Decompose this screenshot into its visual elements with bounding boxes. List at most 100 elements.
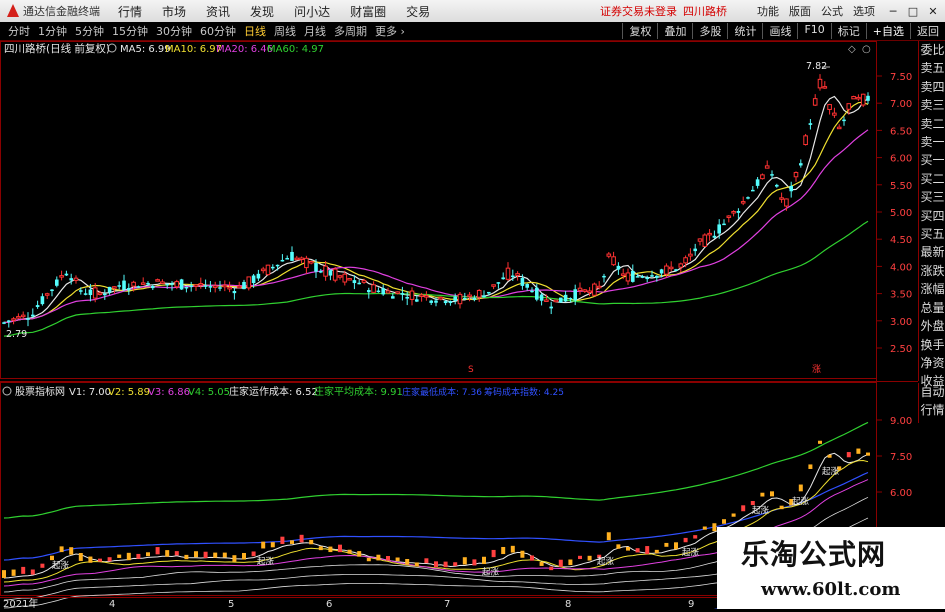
period-1min[interactable]: 1分钟 bbox=[38, 23, 67, 39]
candle-body bbox=[429, 300, 433, 303]
side-item[interactable]: 涨幅 bbox=[919, 280, 945, 298]
indicator-bar bbox=[827, 454, 832, 458]
candle-body bbox=[596, 285, 602, 289]
candle-body bbox=[664, 265, 669, 275]
side-item[interactable]: 卖五 bbox=[919, 59, 945, 77]
side-item[interactable]: 总量 bbox=[919, 299, 945, 317]
candle-body bbox=[117, 285, 121, 287]
minimize-button[interactable]: ─ bbox=[885, 5, 901, 18]
ma20-legend: MA20: 6.46 bbox=[216, 44, 273, 55]
indicator-bar bbox=[539, 561, 544, 566]
side-item[interactable]: 买二 bbox=[919, 170, 945, 188]
candle-body bbox=[434, 300, 438, 303]
watermark-overlay: 乐淘公式网 www.60lt.com bbox=[717, 527, 945, 609]
signal-label: 起涨 bbox=[822, 466, 840, 477]
period-daily[interactable]: 日线 bbox=[244, 23, 266, 39]
period-intraday[interactable]: 分时 bbox=[8, 23, 30, 39]
side-item[interactable]: 买三 bbox=[919, 188, 945, 206]
indicator-v3: V3: 6.86 bbox=[148, 387, 190, 398]
side-item[interactable]: 卖一 bbox=[919, 133, 945, 151]
tool-f10[interactable]: F10 bbox=[797, 23, 830, 39]
side-item[interactable]: 卖三 bbox=[919, 96, 945, 114]
date-label: 6 bbox=[326, 599, 332, 609]
candle-body bbox=[232, 290, 237, 294]
side-item[interactable]: 最新 bbox=[919, 243, 945, 261]
side-item[interactable]: 净资 bbox=[919, 354, 945, 372]
indicator-bar bbox=[98, 558, 102, 562]
menu-layout[interactable]: 版面 bbox=[789, 3, 811, 19]
candle-body bbox=[285, 258, 289, 260]
candle-body bbox=[631, 270, 635, 282]
menu-wealth-circle[interactable]: 财富圈 bbox=[350, 3, 386, 20]
menu-exchange-market[interactable]: 市场 bbox=[162, 3, 186, 20]
menu-formula[interactable]: 公式 bbox=[821, 3, 843, 19]
indicator-bar bbox=[530, 555, 534, 561]
candle-body bbox=[127, 288, 131, 291]
period-15min[interactable]: 15分钟 bbox=[112, 23, 148, 39]
menu-news[interactable]: 资讯 bbox=[206, 3, 230, 20]
circle-icon[interactable]: ○ bbox=[862, 44, 871, 55]
kline-chart-area[interactable]: 四川路桥(日线 前复权) MA5: 6.99 MA10: 6.97 MA20: … bbox=[0, 41, 945, 612]
indicator-bar bbox=[69, 547, 74, 555]
side-item[interactable]: 卖二 bbox=[919, 115, 945, 133]
side-item[interactable]: 买四 bbox=[919, 207, 945, 225]
indicator-chip-index: 筹码成本指数: 4.25 bbox=[484, 386, 564, 398]
candle-body bbox=[453, 296, 457, 301]
period-monthly[interactable]: 月线 bbox=[304, 23, 326, 39]
tool-overlay[interactable]: 叠加 bbox=[657, 23, 692, 39]
diamond-icon[interactable]: ◇ bbox=[848, 44, 856, 55]
indicator-bar bbox=[395, 557, 400, 562]
period-multi[interactable]: 多周期 bbox=[334, 23, 367, 39]
candle-body bbox=[501, 277, 505, 280]
candle-body bbox=[20, 314, 26, 318]
period-30min[interactable]: 30分钟 bbox=[156, 23, 192, 39]
menu-functions[interactable]: 功能 bbox=[757, 3, 779, 19]
tool-back[interactable]: 返回 bbox=[910, 23, 945, 39]
tool-multi-stock[interactable]: 多股 bbox=[692, 23, 727, 39]
side-item[interactable]: 外盘 bbox=[919, 317, 945, 335]
side-item[interactable]: 买一 bbox=[919, 151, 945, 169]
side-item[interactable]: 涨跌 bbox=[919, 262, 945, 280]
period-60min[interactable]: 60分钟 bbox=[200, 23, 236, 39]
login-notice[interactable]: 证券交易未登录 bbox=[600, 3, 677, 19]
tool-statistics[interactable]: 统计 bbox=[727, 23, 762, 39]
app-logo-icon bbox=[5, 4, 19, 18]
indicator-bar bbox=[587, 555, 592, 561]
menu-discover[interactable]: 发现 bbox=[250, 3, 274, 20]
indicator-bar bbox=[578, 555, 582, 560]
candle-body bbox=[573, 289, 577, 301]
menu-options[interactable]: 选项 bbox=[853, 3, 875, 19]
period-more[interactable]: 更多 › bbox=[375, 23, 405, 39]
tool-adjust[interactable]: 复权 bbox=[622, 23, 657, 39]
tool-add-watchlist[interactable]: +自选 bbox=[865, 23, 910, 39]
maximize-button[interactable]: □ bbox=[905, 5, 921, 18]
side-item-auto[interactable]: 自动 bbox=[919, 383, 945, 401]
menu-trade[interactable]: 交易 bbox=[406, 3, 430, 20]
side-item[interactable]: 换手 bbox=[919, 336, 945, 354]
menu-ask-xiaoda[interactable]: 问小达 bbox=[294, 3, 330, 20]
tool-mark[interactable]: 标记 bbox=[830, 23, 866, 39]
close-button[interactable]: ✕ bbox=[925, 5, 941, 18]
menu-market[interactable]: 行情 bbox=[118, 3, 142, 20]
average-cost-line bbox=[3, 421, 869, 519]
indicator-axis: 9.00 7.50 6.00 bbox=[877, 416, 912, 499]
indicator-bar bbox=[770, 491, 774, 497]
period-weekly[interactable]: 周线 bbox=[274, 23, 296, 39]
candle-body bbox=[496, 282, 501, 284]
price-tick: 4.50 bbox=[890, 235, 912, 246]
candle-body bbox=[59, 275, 64, 278]
candle-body bbox=[463, 297, 467, 300]
side-item[interactable]: 买五 bbox=[919, 225, 945, 243]
indicator-bar bbox=[357, 551, 362, 557]
candlesticks bbox=[2, 74, 870, 328]
candle-body bbox=[505, 267, 511, 280]
side-item[interactable]: 卖四 bbox=[919, 78, 945, 96]
period-5min[interactable]: 5分钟 bbox=[75, 23, 104, 39]
side-item-quote[interactable]: 行情 bbox=[919, 401, 945, 419]
candle-body bbox=[55, 279, 59, 286]
indicator-bar bbox=[693, 535, 698, 539]
tool-draw-line[interactable]: 画线 bbox=[762, 23, 797, 39]
side-item[interactable]: 委比 bbox=[919, 41, 945, 59]
candle-body bbox=[208, 286, 213, 288]
indicator-settings-icon[interactable] bbox=[2, 386, 12, 396]
